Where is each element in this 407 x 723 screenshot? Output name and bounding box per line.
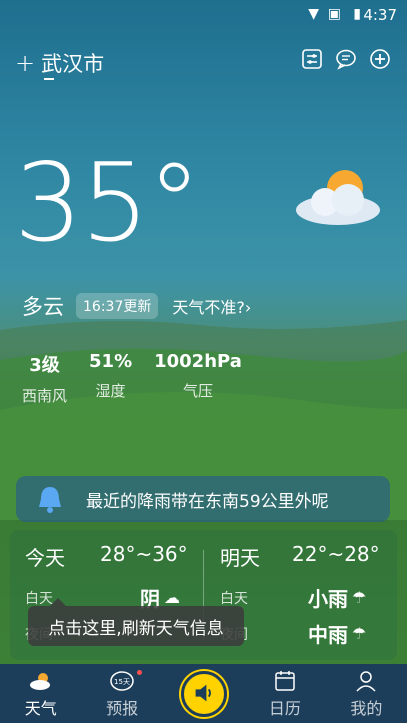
city-name: 武汉市 bbox=[41, 52, 105, 76]
update-time-badge[interactable]: 16:37更新 bbox=[76, 293, 159, 319]
today-day-label: 白天 bbox=[25, 591, 53, 607]
forecast-today[interactable]: 今天 28°~36° bbox=[25, 542, 188, 571]
nav-forecast[interactable]: 15天 预报 bbox=[81, 664, 162, 723]
refresh-tooltip[interactable]: 点击这里,刷新天气信息 bbox=[28, 598, 244, 646]
status-time: 4:37 bbox=[363, 6, 397, 24]
nav-voice[interactable] bbox=[163, 664, 244, 723]
voice-broadcast-button[interactable] bbox=[180, 670, 227, 717]
bottom-nav: 天气 15天 预报 日历 我的 bbox=[0, 664, 407, 723]
svg-text:15天: 15天 bbox=[114, 678, 130, 686]
nav-calendar[interactable]: 日历 bbox=[244, 664, 325, 723]
forecast-tomorrow[interactable]: 明天 22°~28° bbox=[220, 542, 380, 571]
settings-sliders-icon[interactable] bbox=[301, 48, 323, 70]
city-selector[interactable]: + 武汉市 bbox=[15, 48, 104, 78]
nav-weather[interactable]: 天气 bbox=[0, 664, 81, 723]
rain-icon: ☂ bbox=[352, 588, 367, 607]
report-inaccurate-link[interactable]: 天气不准?› bbox=[172, 294, 251, 318]
weather-icon bbox=[29, 672, 50, 690]
chevron-right-icon: › bbox=[244, 298, 252, 317]
user-icon bbox=[356, 670, 376, 692]
page-indicator bbox=[44, 78, 54, 80]
calendar-icon bbox=[275, 670, 295, 691]
15day-forecast-icon: 15天 bbox=[110, 670, 134, 691]
rain-icon: ☂ bbox=[352, 624, 367, 643]
pressure-metric: 1002hPa 气压 bbox=[154, 351, 242, 400]
condition-row: 多云 16:37更新 天气不准?› bbox=[22, 291, 251, 321]
condition-text: 多云 bbox=[22, 295, 64, 319]
tomorrow-range: 22°~28° bbox=[292, 542, 380, 566]
nav-profile[interactable]: 我的 bbox=[326, 664, 407, 723]
status-bar: ▼ ▣ ▮ 4:37 bbox=[0, 0, 407, 30]
tomorrow-label: 明天 bbox=[220, 546, 260, 570]
wind-metric: 3级 西南风 bbox=[22, 355, 68, 405]
battery-icon: ▮ bbox=[353, 6, 361, 22]
add-circle-icon[interactable] bbox=[369, 48, 391, 70]
bell-icon bbox=[39, 487, 61, 513]
partly-cloudy-icon bbox=[296, 170, 380, 225]
top-bar: + 武汉市 bbox=[0, 44, 407, 80]
today-label: 今天 bbox=[25, 546, 65, 570]
cloud-icon: ☁ bbox=[164, 588, 180, 607]
message-icon[interactable] bbox=[335, 48, 357, 70]
add-city-icon[interactable]: + bbox=[15, 49, 35, 77]
notification-dot bbox=[137, 670, 143, 675]
current-temperature: 35° bbox=[14, 141, 201, 266]
weather-metrics: 3级 西南风 51% 湿度 1002hPa 气压 bbox=[22, 351, 242, 406]
no-sim-icon: ▣ bbox=[327, 6, 341, 22]
humidity-metric: 51% 湿度 bbox=[89, 351, 133, 400]
tomorrow-day-cond: 小雨 ☂ bbox=[308, 587, 367, 611]
tomorrow-night-cond: 中雨 ☂ bbox=[308, 623, 367, 647]
wifi-icon: ▼ bbox=[308, 6, 319, 22]
today-range: 28°~36° bbox=[100, 542, 188, 566]
rain-alert-banner[interactable]: 最近的降雨带在东南59公里外呢 bbox=[16, 476, 390, 522]
tomorrow-day-label: 白天 bbox=[220, 591, 248, 607]
speaker-icon bbox=[195, 684, 211, 701]
alert-text: 最近的降雨带在东南59公里外呢 bbox=[86, 491, 329, 512]
